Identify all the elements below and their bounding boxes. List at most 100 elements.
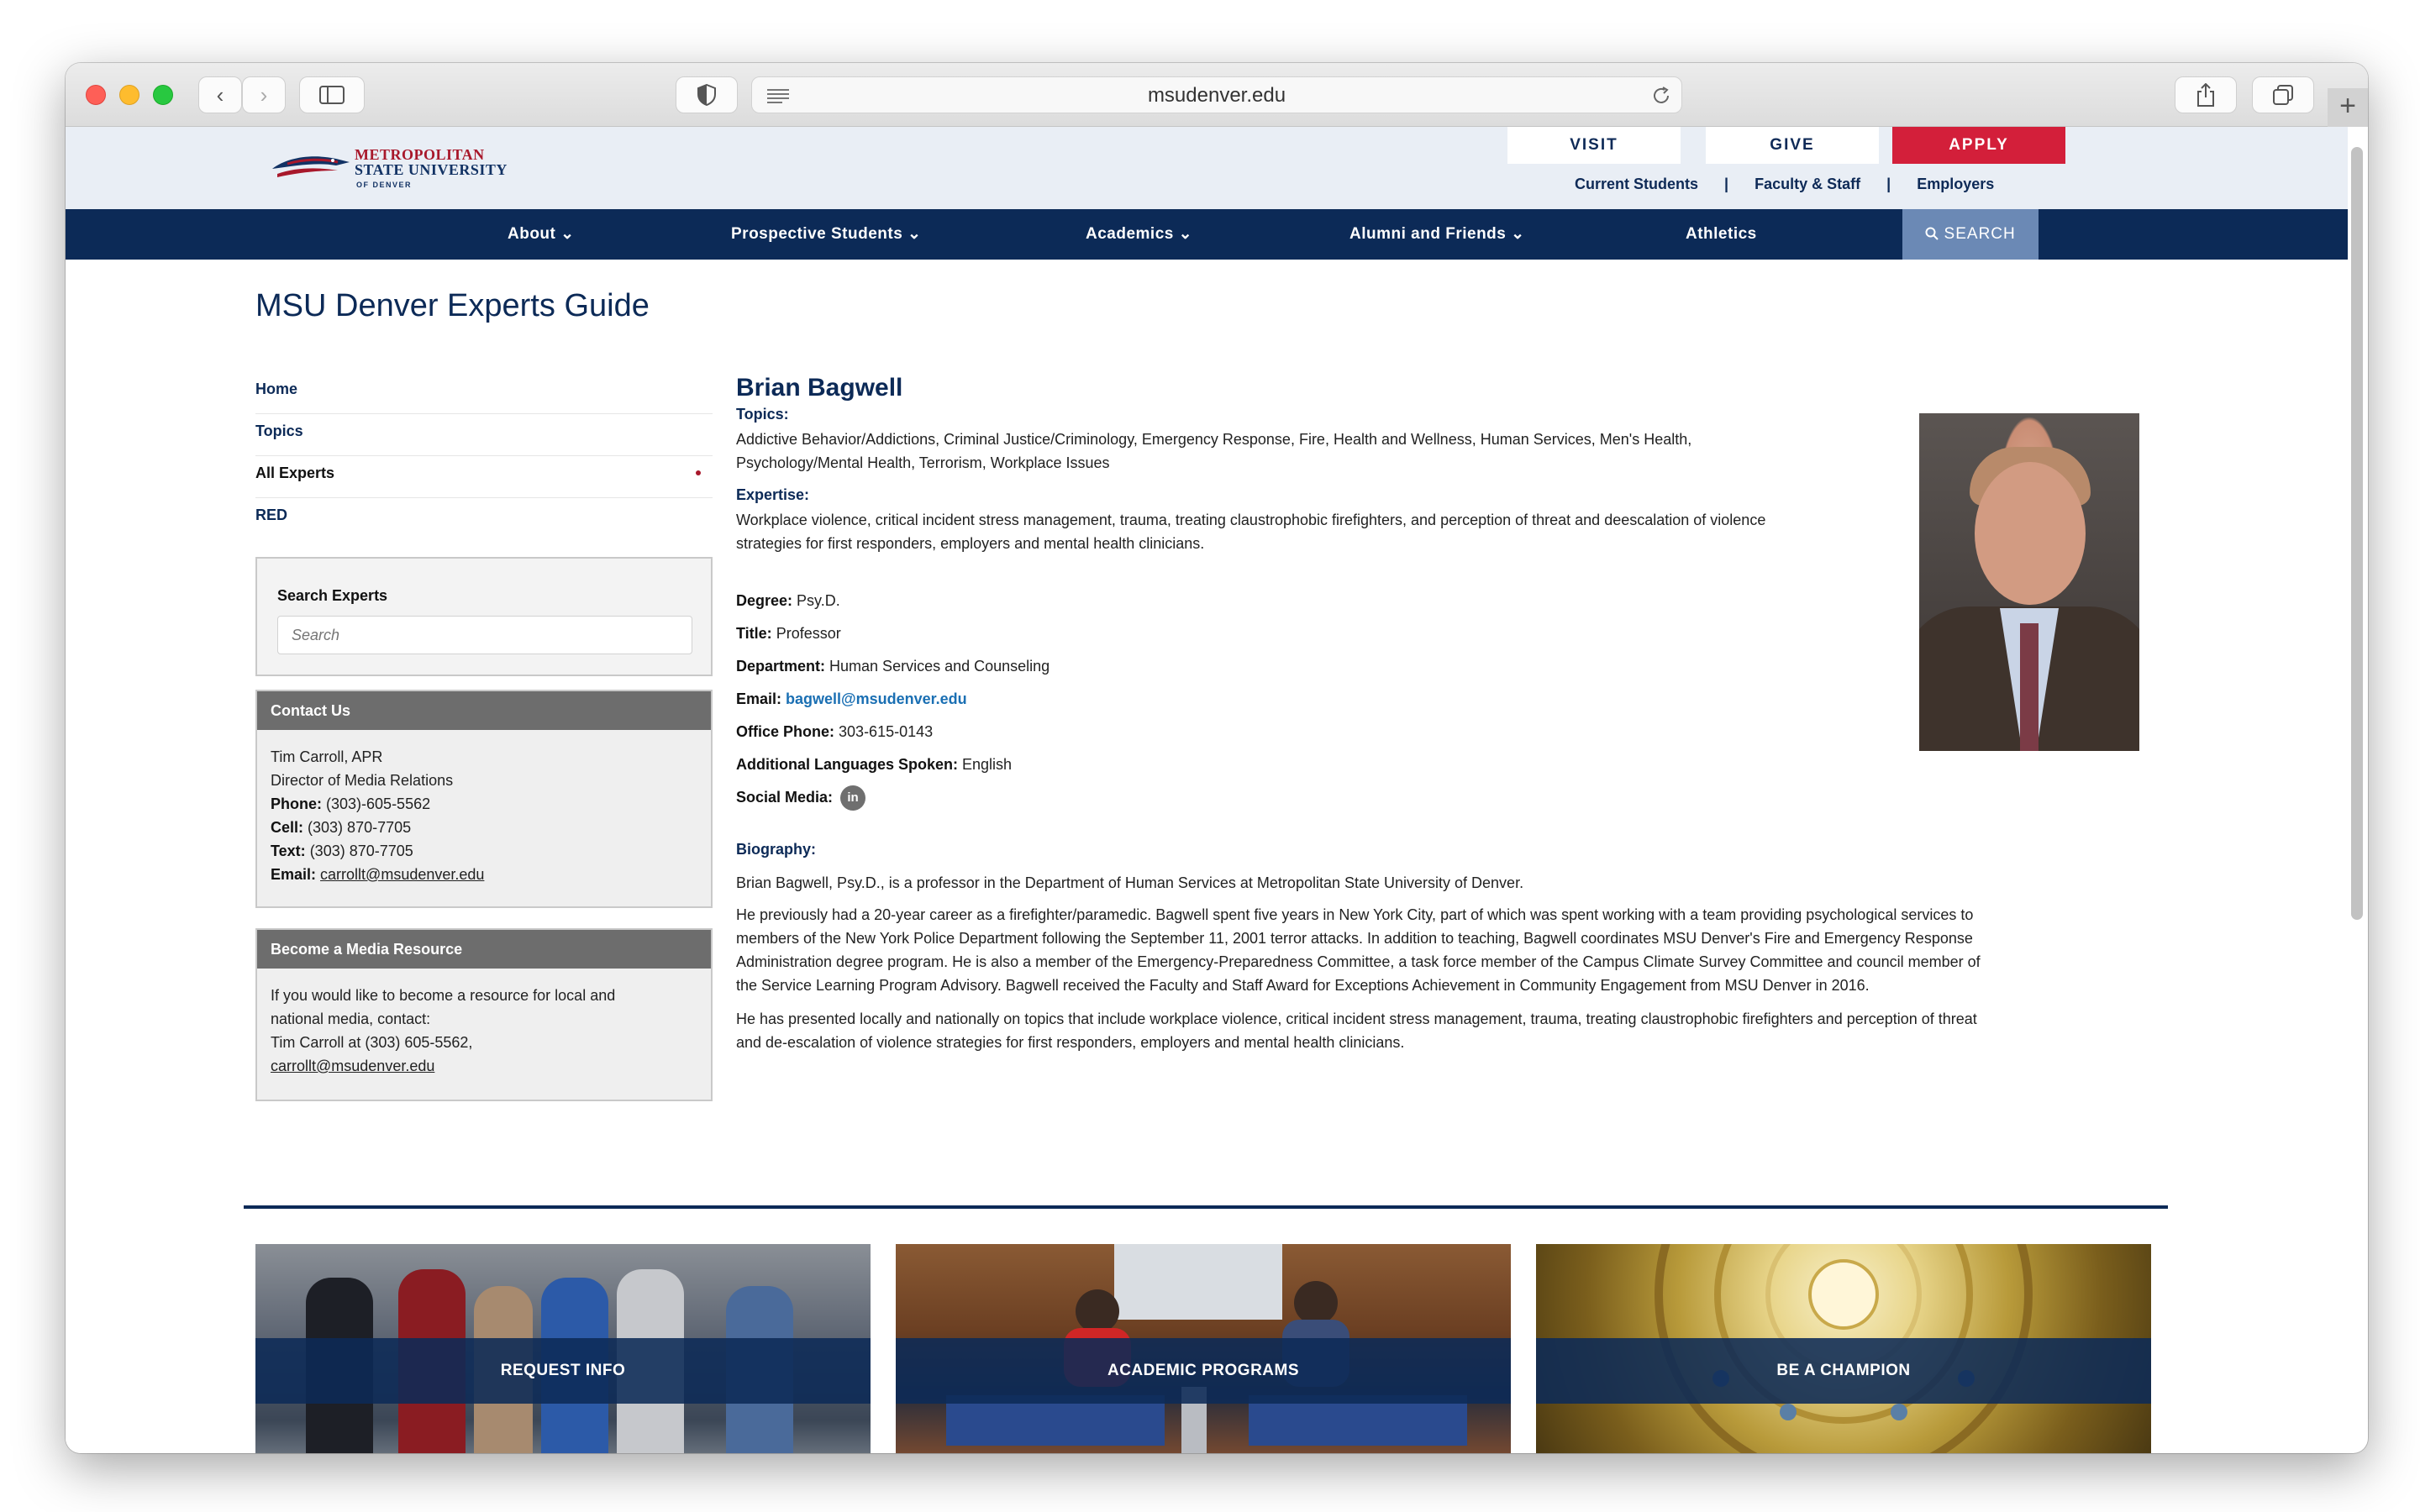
sidebar-item-all-experts[interactable]: All Experts [255, 456, 713, 498]
email-row: Email: bagwell@msudenver.edu [736, 687, 967, 711]
phone-row: Office Phone: 303-615-0143 [736, 720, 933, 743]
chevron-right-icon: › [260, 81, 268, 108]
bio-line: He has presented locally and nationally … [736, 1011, 1977, 1027]
bio-line: Administration degree program. He is als… [736, 953, 1981, 970]
biography-label: Biography: [736, 841, 817, 858]
be-a-champion-tile[interactable]: BE A CHAMPION [1536, 1244, 2151, 1453]
media-email-link[interactable]: carrollt@msudenver.edu [271, 1054, 697, 1078]
faculty-staff-link[interactable]: Faculty & Staff [1754, 176, 1860, 192]
department-row: Department: Human Services and Counselin… [736, 654, 1050, 678]
social-row: Social Media: in [736, 785, 866, 811]
linkedin-icon[interactable]: in [840, 785, 866, 811]
contact-text: (303) 870-7705 [309, 843, 413, 859]
browser-window: ‹ › msudenver.edu + METROPOLITAN STATE U… [66, 63, 2368, 1453]
logo-line-2: State University [355, 161, 508, 178]
email-label: Email: [271, 866, 317, 883]
close-window-button[interactable] [86, 85, 106, 105]
privacy-report-button[interactable] [676, 76, 738, 113]
search-experts-label: Search Experts [277, 587, 388, 604]
be-a-champion-label: BE A CHAMPION [1536, 1338, 2151, 1404]
reload-icon[interactable] [1651, 86, 1671, 106]
expert-portrait-image [1919, 413, 2139, 751]
sidebar-nav: Home Topics All Experts RED [255, 372, 713, 540]
request-info-label: REQUEST INFO [255, 1338, 871, 1404]
media-text-line: If you would like to become a resource f… [271, 987, 616, 1004]
search-icon [1925, 227, 1939, 240]
audience-links: Current Students | Faculty & Staff | Emp… [1570, 176, 1999, 193]
minimize-window-button[interactable] [119, 85, 139, 105]
msu-denver-logo[interactable]: Metropolitan State University of Denver [271, 145, 523, 192]
office-phone-label: Office Phone: [736, 723, 835, 740]
address-bar[interactable]: msudenver.edu [751, 76, 1682, 113]
nav-athletics[interactable]: Athletics [1686, 209, 1757, 260]
link-separator: | [1724, 176, 1729, 192]
title-label: Title: [736, 625, 772, 642]
contact-email-link[interactable]: carrollt@msudenver.edu [320, 866, 484, 883]
academic-programs-tile[interactable]: ACADEMIC PROGRAMS [896, 1244, 1511, 1453]
bio-paragraph: Brian Bagwell, Psy.D., is a professor in… [736, 874, 1524, 891]
search-button[interactable]: SEARCH [1902, 209, 2039, 260]
portrait-tie [2020, 623, 2039, 751]
sidebar-item-home[interactable]: Home [255, 372, 713, 414]
bio-line: the Service Learning Program Advisory. B… [736, 977, 1870, 994]
give-button[interactable]: GIVE [1706, 127, 1879, 164]
email-label: Email: [736, 690, 782, 707]
vertical-scrollbar[interactable] [2351, 147, 2363, 920]
degree-label: Degree: [736, 592, 793, 609]
search-experts-input[interactable] [277, 616, 692, 654]
shield-icon [697, 84, 716, 106]
request-info-tile[interactable]: REQUEST INFO [255, 1244, 871, 1453]
site-header: Metropolitan State University of Denver … [66, 127, 2348, 209]
url-text: msudenver.edu [1147, 84, 1286, 107]
nav-academics[interactable]: Academics ⌄ [1086, 209, 1192, 260]
department-label: Department: [736, 658, 826, 675]
text-label: Text: [271, 843, 306, 859]
sidebar-icon [319, 86, 345, 104]
sidebar-toggle-button[interactable] [299, 76, 365, 113]
contact-phone: (303)-605-5562 [326, 795, 431, 812]
contact-cell: (303) 870-7705 [308, 819, 412, 836]
bio-line: and de-escalation of violence strategies… [736, 1034, 1405, 1051]
nav-alumni-and-friends[interactable]: Alumni and Friends ⌄ [1349, 209, 1525, 260]
department-value: Human Services and Counseling [829, 658, 1050, 675]
new-tab-button[interactable]: + [2328, 88, 2368, 127]
contact-role: Director of Media Relations [271, 772, 454, 789]
expert-name: Brian Bagwell [736, 374, 903, 402]
chevron-left-icon: ‹ [216, 81, 224, 108]
plus-icon: + [2339, 90, 2356, 122]
roadrunner-logo-icon [272, 156, 350, 177]
share-icon [2197, 83, 2214, 107]
media-resource-panel: Become a Media Resource If you would lik… [255, 928, 713, 1101]
contact-us-panel: Contact Us Tim Carroll, APR Director of … [255, 690, 713, 908]
logo-line-3: of Denver [356, 181, 413, 189]
nav-about[interactable]: About ⌄ [508, 209, 575, 260]
share-button[interactable] [2175, 76, 2237, 113]
visit-button[interactable]: VISIT [1507, 127, 1681, 164]
expert-email-link[interactable]: bagwell@msudenver.edu [786, 690, 967, 707]
sidebar-item-red[interactable]: RED [255, 498, 713, 540]
tabs-icon [2273, 85, 2293, 105]
topics-label: Topics: [736, 406, 789, 423]
apply-button[interactable]: APPLY [1892, 127, 2065, 164]
section-divider [244, 1205, 2168, 1209]
back-button[interactable]: ‹ [198, 76, 242, 113]
sidebar-item-topics[interactable]: Topics [255, 414, 713, 456]
contact-us-heading: Contact Us [257, 691, 711, 730]
topics-line: Psychology/Mental Health, Terrorism, Wor… [736, 454, 1110, 471]
nav-prospective-students[interactable]: Prospective Students ⌄ [731, 209, 921, 260]
tab-overview-button[interactable] [2252, 76, 2314, 113]
media-text-line: Tim Carroll at (303) 605-5562, [271, 1034, 473, 1051]
forward-button[interactable]: › [242, 76, 286, 113]
employers-link[interactable]: Employers [1917, 176, 1994, 192]
phone-label: Phone: [271, 795, 322, 812]
media-text-line: national media, contact: [271, 1011, 431, 1027]
degree-row: Degree: Psy.D. [736, 589, 840, 612]
sidebar-item-label: All Experts [255, 465, 335, 481]
current-students-link[interactable]: Current Students [1575, 176, 1698, 192]
zoom-window-button[interactable] [153, 85, 173, 105]
link-separator: | [1886, 176, 1891, 192]
logo-line-1: Metropolitan [355, 146, 485, 163]
title-row: Title: Professor [736, 622, 841, 645]
languages-row: Additional Languages Spoken: English [736, 753, 1012, 776]
degree-value: Psy.D. [797, 592, 840, 609]
